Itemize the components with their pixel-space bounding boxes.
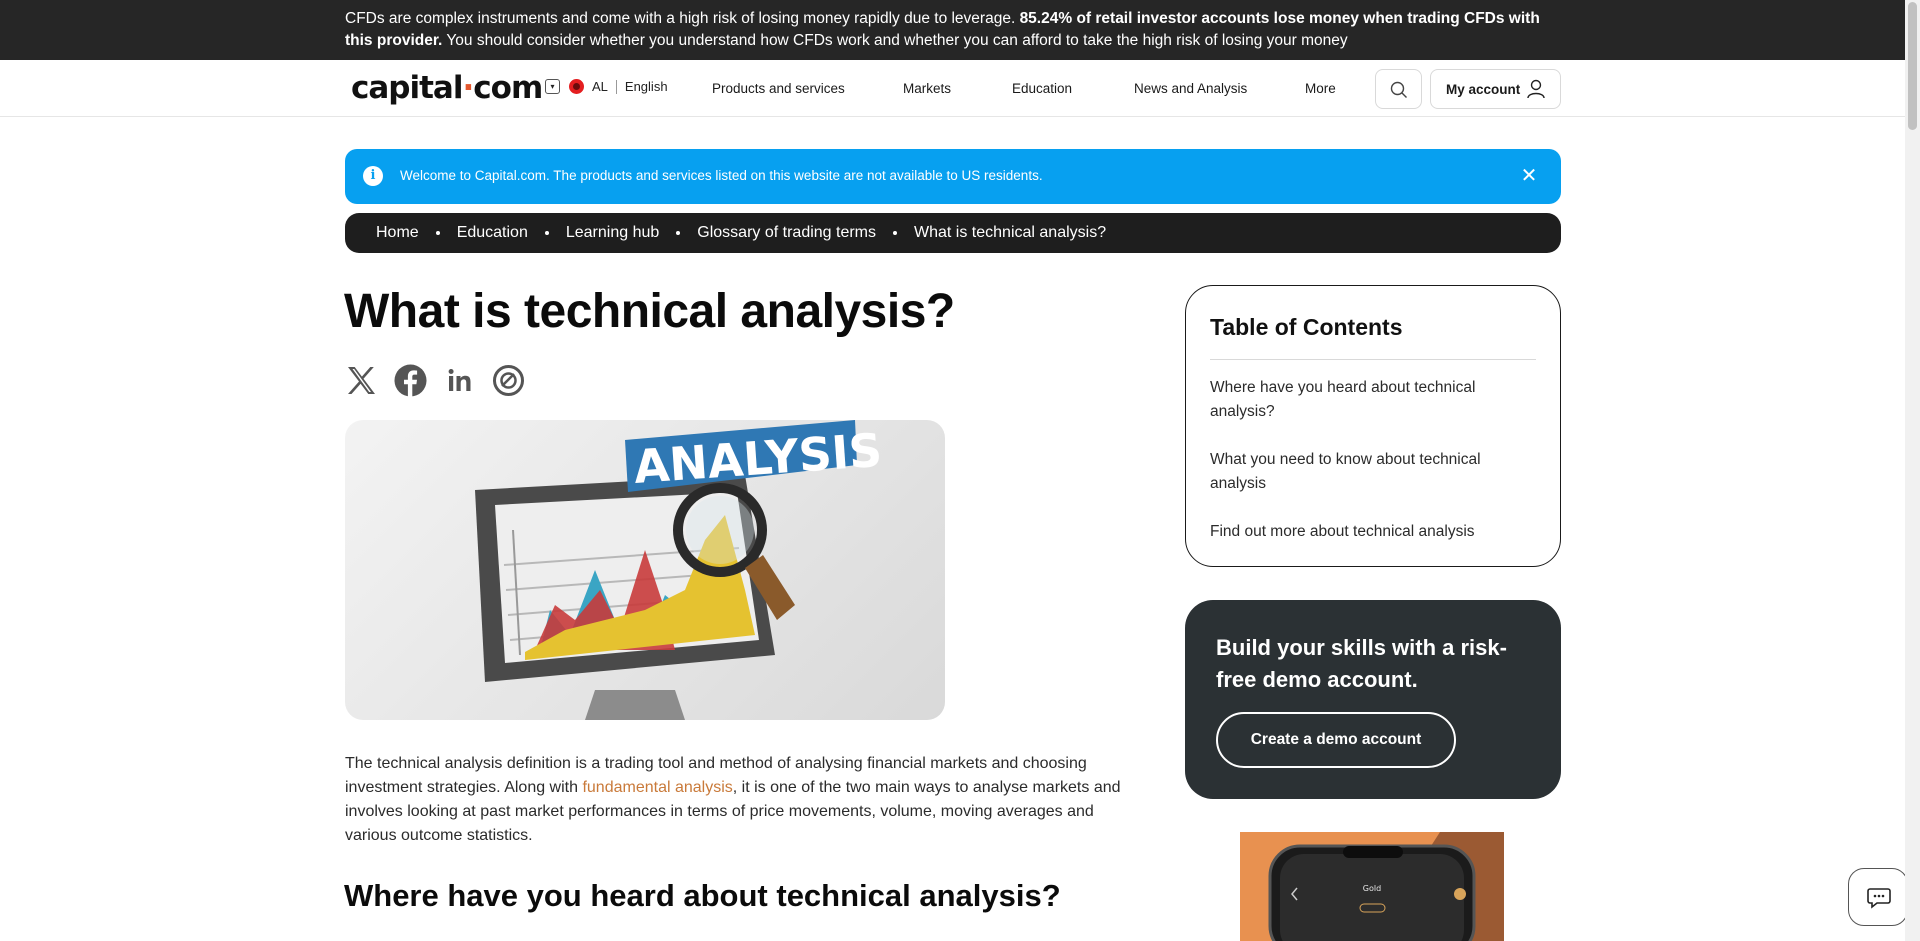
chevron-down-icon: ▾ (545, 79, 560, 94)
share-icon[interactable] (492, 364, 525, 397)
hero-illustration: ANALYSIS (345, 420, 945, 720)
flag-icon (569, 79, 584, 94)
country-code: AL (592, 79, 608, 94)
breadcrumb-separator (893, 231, 898, 235)
nav-education[interactable]: Education (1012, 81, 1072, 96)
nav-markets[interactable]: Markets (903, 81, 951, 96)
scrollbar-thumb[interactable] (1908, 2, 1917, 130)
x-icon[interactable] (345, 364, 378, 397)
fundamental-analysis-link[interactable]: fundamental analysis (582, 779, 732, 796)
page-title: What is technical analysis? (344, 285, 955, 338)
info-icon: i (363, 166, 383, 186)
breadcrumb-home[interactable]: Home (376, 224, 419, 242)
page-scrollbar[interactable] (1905, 0, 1920, 941)
demo-account-promo: Build your skills with a risk-free demo … (1185, 600, 1561, 799)
us-residents-notice: i Welcome to Capital.com. The products a… (345, 149, 1561, 204)
language-label: English (624, 79, 668, 94)
my-account-label: My account (1446, 82, 1521, 97)
section-heading: Where have you heard about technical ana… (344, 878, 1061, 913)
phone-illustration: Gold (1268, 832, 1504, 941)
breadcrumb: Home Education Learning hub Glossary of … (345, 213, 1561, 253)
table-of-contents: Table of Contents Where have you heard a… (1185, 285, 1561, 567)
breadcrumb-glossary[interactable]: Glossary of trading terms (697, 224, 876, 242)
app-promo-image[interactable]: Gold (1240, 832, 1504, 941)
chat-icon (1867, 888, 1891, 909)
site-logo[interactable]: capital·com (351, 70, 543, 106)
demo-promo-text: Build your skills with a risk-free demo … (1216, 635, 1507, 692)
notice-message: Welcome to Capital.com. The products and… (400, 168, 1043, 183)
risk-warning-banner: CFDs are complex instruments and come wi… (0, 0, 1905, 60)
toc-item[interactable]: Where have you heard about technical ana… (1210, 376, 1536, 424)
locale-divider (615, 79, 617, 94)
search-icon (1390, 81, 1407, 98)
my-account-button[interactable]: My account (1430, 69, 1561, 109)
nav-products-and-services[interactable]: Products and services (712, 81, 845, 96)
nav-more[interactable]: More (1305, 81, 1336, 96)
user-icon (1527, 79, 1545, 99)
toc-title: Table of Contents (1210, 314, 1536, 360)
hero-word: ANALYSIS (632, 423, 884, 494)
search-button[interactable] (1375, 69, 1422, 109)
facebook-icon[interactable] (394, 364, 427, 397)
locale-selector[interactable]: ▾ AL English (545, 79, 668, 94)
risk-warning-text: CFDs are complex instruments and come wi… (345, 10, 1540, 49)
breadcrumb-current: What is technical analysis? (914, 224, 1107, 241)
breadcrumb-separator (676, 231, 681, 235)
chat-button[interactable] (1848, 868, 1908, 926)
share-buttons (345, 364, 525, 397)
linkedin-icon[interactable] (443, 364, 476, 397)
breadcrumb-education[interactable]: Education (457, 224, 528, 242)
site-header: capital·com ▾ AL English Products and se… (0, 60, 1905, 117)
nav-news-and-analysis[interactable]: News and Analysis (1134, 81, 1247, 96)
intro-paragraph: The technical analysis definition is a t… (345, 755, 1121, 844)
toc-item[interactable]: Find out more about technical analysis (1210, 520, 1536, 544)
analysis-illustration: ANALYSIS (475, 420, 884, 720)
breadcrumb-separator (544, 231, 549, 235)
close-icon[interactable]: ✕ (1519, 163, 1539, 188)
phone-asset-label: Gold (1363, 884, 1381, 893)
toc-item[interactable]: What you need to know about technical an… (1210, 448, 1536, 496)
create-demo-account-button[interactable]: Create a demo account (1216, 712, 1456, 768)
breadcrumb-learning-hub[interactable]: Learning hub (566, 224, 659, 242)
breadcrumb-separator (435, 231, 440, 235)
